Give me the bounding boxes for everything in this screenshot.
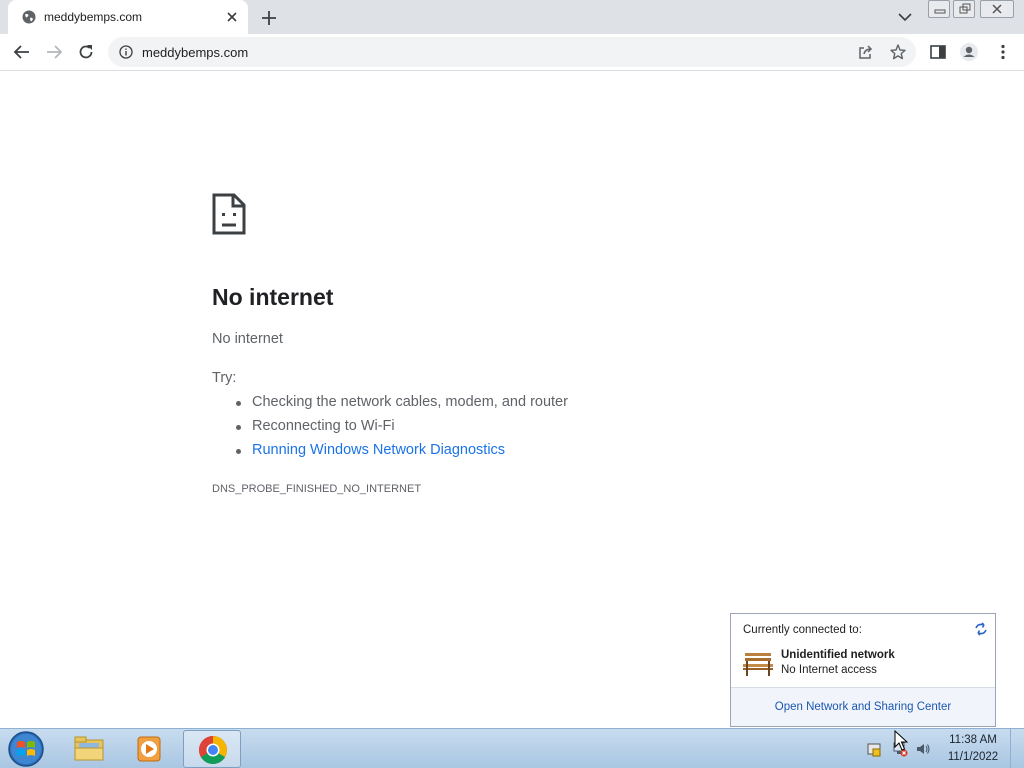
error-code: DNS_PROBE_FINISHED_NO_INTERNET bbox=[212, 483, 422, 495]
taskbar-media-player[interactable] bbox=[121, 730, 179, 768]
tab-title: meddybemps.com bbox=[44, 10, 143, 24]
network-diagnostics-link[interactable]: Running Windows Network Diagnostics bbox=[232, 442, 568, 466]
close-icon bbox=[992, 4, 1002, 14]
action-center-flag-icon[interactable] bbox=[866, 741, 882, 757]
forward-arrow-icon[interactable] bbox=[44, 42, 64, 62]
menu-kebab-icon[interactable] bbox=[993, 42, 1013, 62]
error-title: No internet bbox=[212, 284, 334, 310]
restore-icon bbox=[959, 3, 971, 14]
profile-avatar-icon[interactable] bbox=[959, 42, 979, 62]
network-flyout: Currently connected to: Unidentified net… bbox=[730, 613, 996, 727]
browser-toolbar: meddybemps.com bbox=[0, 34, 1024, 71]
back-arrow-icon[interactable] bbox=[12, 42, 32, 62]
share-icon[interactable] bbox=[857, 44, 874, 61]
media-player-icon bbox=[137, 736, 161, 762]
minimize-icon bbox=[934, 9, 946, 14]
globe-icon bbox=[22, 10, 36, 24]
network-status: No Internet access bbox=[781, 664, 877, 676]
clock-date[interactable]: 11/1/2022 bbox=[940, 751, 1006, 763]
mouse-pointer-icon bbox=[894, 730, 908, 751]
side-panel-icon[interactable] bbox=[928, 42, 948, 62]
suggestion-list: Checking the network cables, modem, and … bbox=[232, 394, 568, 466]
chrome-icon bbox=[199, 736, 227, 764]
screen: meddybemps.com meddybemps.com No interne… bbox=[0, 0, 1024, 768]
clock-time[interactable]: 11:38 AM bbox=[940, 734, 1006, 746]
tab-strip: meddybemps.com bbox=[0, 0, 1024, 34]
restore-button[interactable] bbox=[953, 0, 975, 18]
browser-tab[interactable]: meddybemps.com bbox=[8, 0, 248, 34]
flyout-connection-section: Currently connected to: Unidentified net… bbox=[731, 614, 995, 687]
reload-icon[interactable] bbox=[76, 42, 96, 62]
suggestion-item: Checking the network cables, modem, and … bbox=[232, 394, 568, 418]
network-name: Unidentified network bbox=[781, 649, 895, 661]
flyout-footer: Open Network and Sharing Center bbox=[731, 687, 995, 726]
start-button-icon[interactable] bbox=[6, 730, 46, 768]
info-icon[interactable] bbox=[119, 45, 133, 59]
park-bench-icon bbox=[743, 653, 773, 676]
minimize-button[interactable] bbox=[928, 0, 950, 18]
error-subtitle: No internet bbox=[212, 331, 283, 347]
suggestion-item: Reconnecting to Wi-Fi bbox=[232, 418, 568, 442]
network-sharing-center-link[interactable]: Open Network and Sharing Center bbox=[731, 701, 995, 713]
taskbar-explorer[interactable] bbox=[60, 730, 118, 768]
sad-document-icon bbox=[212, 193, 246, 235]
show-desktop-button[interactable] bbox=[1010, 729, 1024, 768]
close-tab-icon[interactable] bbox=[224, 9, 240, 25]
folder-icon bbox=[74, 736, 104, 761]
new-tab-icon[interactable] bbox=[259, 8, 279, 28]
volume-speaker-icon[interactable] bbox=[915, 741, 931, 757]
taskbar-chrome[interactable] bbox=[183, 730, 241, 768]
try-label: Try: bbox=[212, 370, 237, 386]
close-window-button[interactable] bbox=[980, 0, 1014, 18]
connected-to-label: Currently connected to: bbox=[743, 624, 862, 636]
taskbar: 11:38 AM 11/1/2022 bbox=[0, 728, 1024, 768]
url-text[interactable]: meddybemps.com bbox=[142, 45, 248, 60]
refresh-arrows-icon[interactable] bbox=[973, 621, 989, 637]
bookmark-star-icon[interactable] bbox=[889, 43, 907, 61]
address-bar[interactable]: meddybemps.com bbox=[108, 37, 916, 67]
chevron-down-icon[interactable] bbox=[896, 10, 914, 24]
